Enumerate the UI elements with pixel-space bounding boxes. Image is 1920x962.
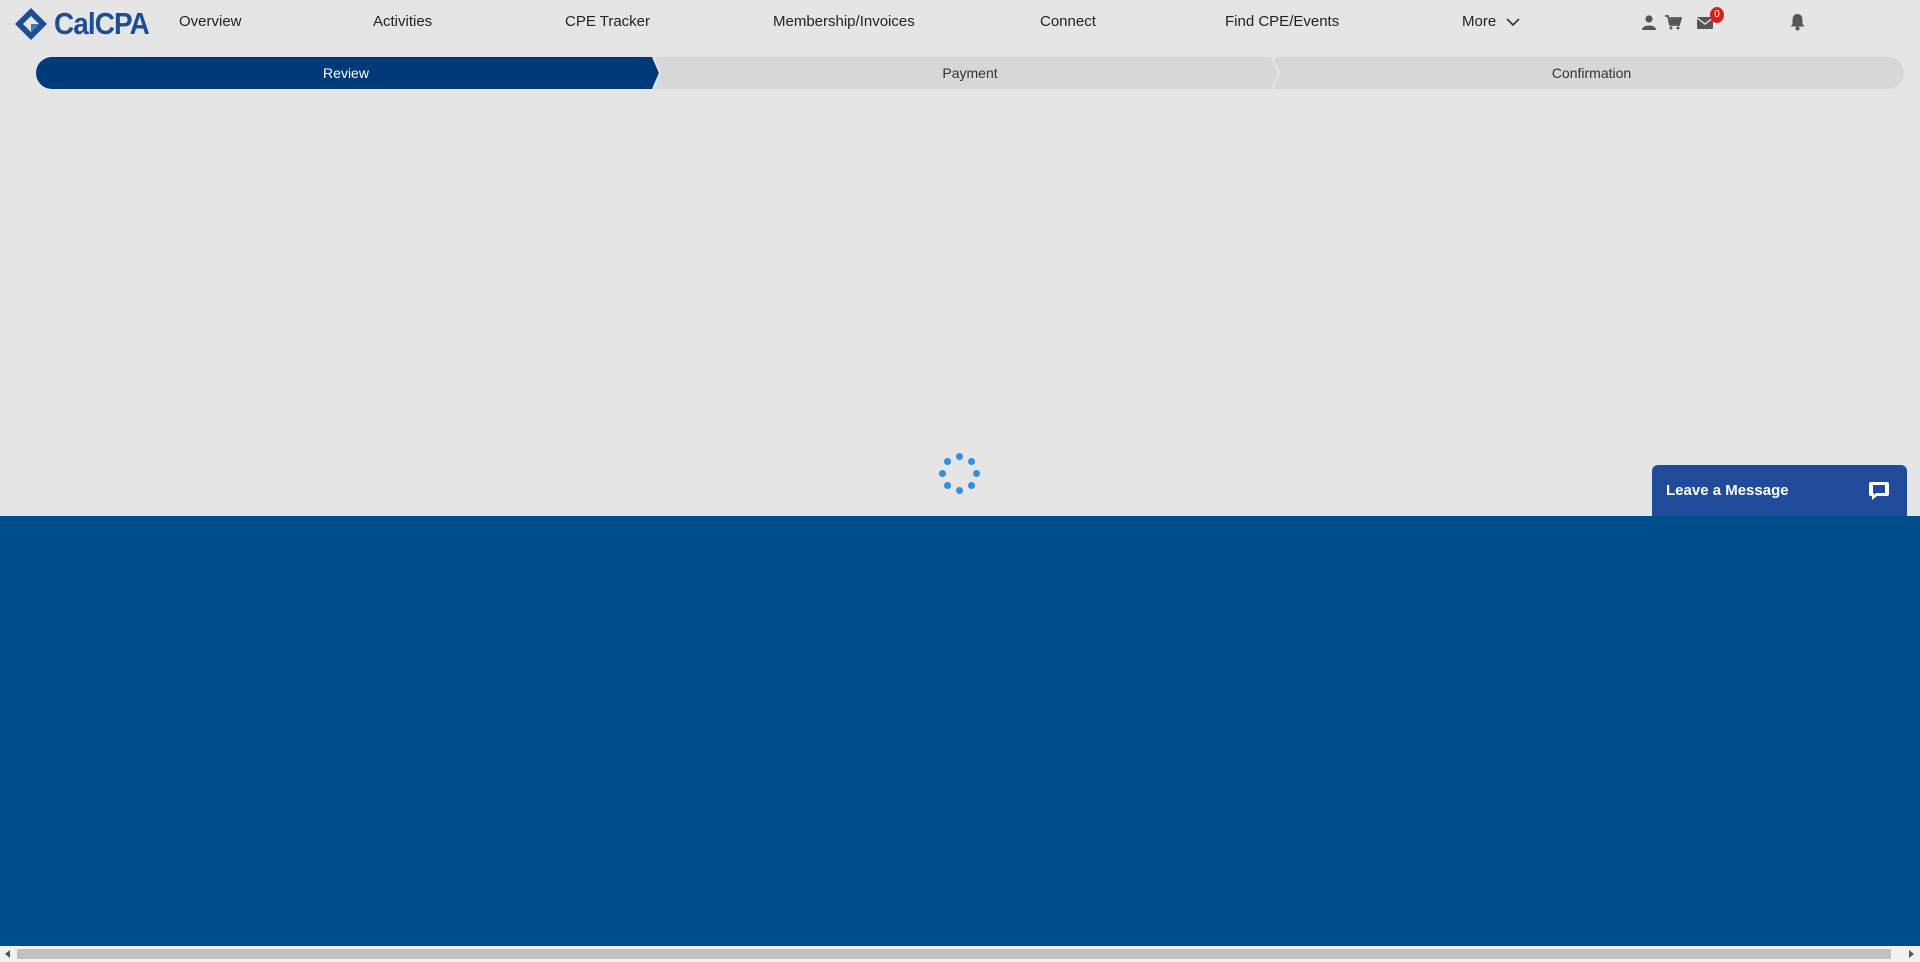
nav-overview[interactable]: Overview [179,13,242,30]
nav-membership-invoices[interactable]: Membership/Invoices [773,13,915,30]
messages-count-badge: 0 [1710,7,1724,23]
nav-more[interactable]: More [1462,13,1520,30]
spinner-dot [956,453,963,460]
scroll-left-icon[interactable] [5,950,10,958]
nav-connect[interactable]: Connect [1040,13,1096,30]
cart-icon[interactable] [1665,15,1682,30]
scrollbar-thumb[interactable] [17,949,1891,959]
step-confirmation: Confirmation [1551,65,1632,81]
scroll-right-icon[interactable] [1909,950,1914,958]
footer [0,516,1920,946]
nav-more-label: More [1462,13,1497,30]
spinner-dot [944,458,951,465]
horizontal-scrollbar[interactable] [0,946,1920,962]
calcpa-logo-icon [15,8,47,40]
chat-bubble-icon [1869,482,1889,500]
spinner-dot [956,487,963,494]
brand-name: CalCPA [54,6,150,41]
spinner-dot [973,470,980,477]
top-nav: CalCPA Overview Activities CPE Tracker M… [0,0,1920,44]
nav-activities[interactable]: Activities [373,13,432,30]
user-icon[interactable] [1641,14,1657,30]
chat-label: Leave a Message [1666,482,1789,499]
loading-spinner [936,450,984,498]
chevron-down-icon [1506,18,1520,27]
spinner-dot [939,470,946,477]
leave-message-widget[interactable]: Leave a Message [1652,465,1907,516]
nav-cpe-tracker[interactable]: CPE Tracker [565,13,650,30]
nav-find-cpe-events[interactable]: Find CPE/Events [1225,13,1339,30]
calcpa-logo[interactable]: CalCPA [14,6,159,41]
bell-icon[interactable] [1789,13,1806,31]
spinner-dot [968,482,975,489]
step-review: Review [323,65,369,81]
checkout-progress: Review Payment Confirmation [36,57,1904,89]
spinner-dot [944,482,951,489]
step-payment: Payment [942,65,998,81]
spinner-dot [968,458,975,465]
